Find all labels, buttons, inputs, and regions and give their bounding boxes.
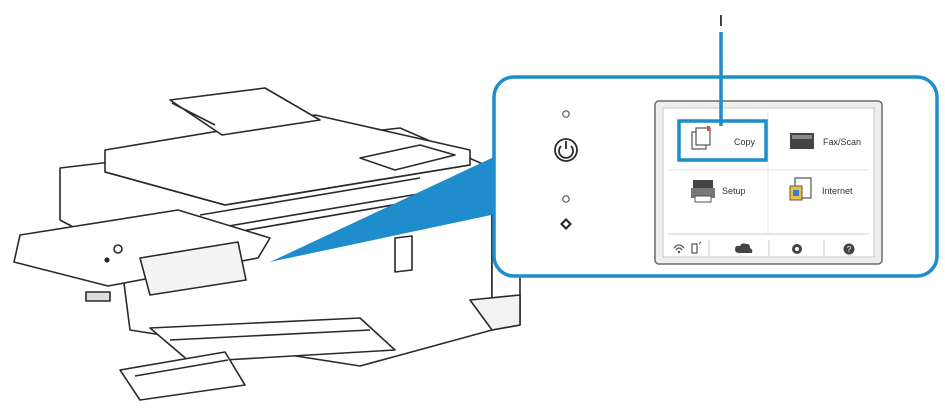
printer-illustration xyxy=(13,87,521,401)
settings-icon[interactable] xyxy=(792,244,802,254)
tile-fax-scan-label: Fax/Scan xyxy=(823,137,861,147)
power-icon[interactable] xyxy=(554,138,578,162)
zoomed-panel: Copy Fax/Scan Setup Internet ? xyxy=(492,75,939,278)
callout-label: I xyxy=(719,13,723,30)
tile-copy-label: Copy xyxy=(734,137,756,147)
printer-icon xyxy=(691,180,715,203)
tile-setup-label: Setup xyxy=(722,186,746,196)
scan-icon xyxy=(790,133,814,149)
help-icon[interactable]: ? xyxy=(843,243,855,255)
svg-text:?: ? xyxy=(847,245,852,254)
tile-internet-label: Internet xyxy=(822,186,853,196)
diagram-canvas: Copy Fax/Scan Setup Internet ? I xyxy=(0,0,945,406)
